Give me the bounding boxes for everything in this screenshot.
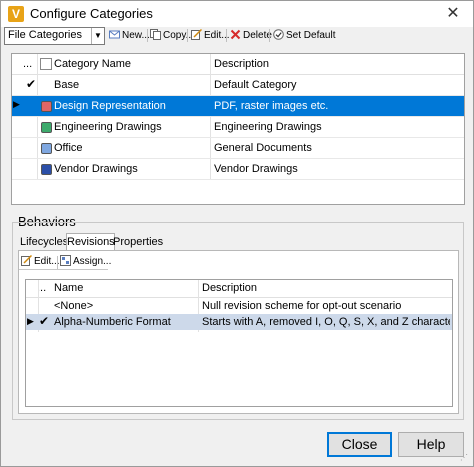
category-row[interactable]: Vendor Drawings Vendor Drawings: [12, 159, 464, 180]
window-title: Configure Categories: [30, 6, 153, 21]
close-window-button[interactable]: ✕: [439, 3, 467, 25]
current-row-indicator-icon: ▶: [27, 316, 34, 326]
revisions-header: ... Name Description: [26, 280, 452, 298]
revisions-grid: ... Name Description <None> Null revision…: [25, 279, 453, 407]
category-name: Base: [54, 79, 80, 91]
category-name: Vendor Drawings: [54, 163, 138, 175]
revision-name: Alpha-Numberic Format: [54, 316, 171, 328]
tab-properties[interactable]: Properties: [113, 234, 163, 250]
category-type-value: File Categories: [8, 29, 82, 41]
category-color-swatch: [41, 143, 52, 154]
chevron-down-icon[interactable]: ▼: [91, 28, 104, 44]
header-name[interactable]: Name: [54, 282, 83, 294]
category-name: Design Representation: [54, 100, 166, 112]
default-check-icon: ✔: [26, 77, 37, 91]
category-row[interactable]: ✔ Base Default Category: [12, 75, 464, 96]
category-description: PDF, raster images etc.: [214, 100, 329, 112]
resize-grip-icon[interactable]: ⋰: [460, 453, 470, 463]
revision-row[interactable]: ▶ ✔ Alpha-Numberic Format Starts with A, re…: [26, 314, 452, 330]
categories-grid: ... Category Name Description ✔ Base Defau…: [11, 53, 465, 205]
configure-categories-dialog: V Configure Categories ✕ File Categories…: [0, 0, 474, 467]
toolbar-divider: [269, 29, 270, 42]
toolbar-underline: [19, 269, 108, 270]
category-row[interactable]: Engineering Drawings Engineering Drawings: [12, 117, 464, 138]
current-row-indicator-icon: ▶: [13, 99, 20, 109]
tab-lifecycles[interactable]: Lifecycles: [20, 234, 68, 250]
toolbar-divider: [226, 29, 227, 42]
category-color-swatch: [41, 164, 52, 175]
title-bar: V Configure Categories ✕: [1, 1, 473, 27]
assigned-check-icon: ✔: [39, 314, 50, 328]
category-color-swatch: [41, 101, 52, 112]
category-color-swatch: [41, 122, 52, 133]
revision-description: Null revision scheme for opt-out scenari…: [202, 300, 402, 312]
header-dots[interactable]: ...: [23, 58, 32, 70]
category-description: Engineering Drawings: [214, 121, 322, 133]
delete-button[interactable]: Delete: [230, 28, 272, 43]
delete-x-icon: [230, 29, 241, 40]
category-description: General Documents: [214, 142, 312, 154]
set-default-button-label: Set Default: [286, 30, 336, 41]
assign-button[interactable]: Assign...: [60, 254, 111, 269]
copy-icon: [150, 29, 161, 40]
edit-button[interactable]: Edit...: [191, 28, 230, 43]
category-type-combo[interactable]: File Categories ▼: [4, 27, 105, 45]
category-row[interactable]: Office General Documents: [12, 138, 464, 159]
behavior-edit-button[interactable]: Edit...: [21, 254, 60, 269]
toolbar-divider: [187, 29, 188, 42]
revision-description: Starts with A, removed I, O, Q, S, X, an…: [202, 316, 450, 328]
set-default-button[interactable]: Set Default: [273, 28, 335, 43]
toolbar-divider: [147, 29, 148, 42]
revision-row[interactable]: <None> Null revision scheme for opt-out s…: [26, 298, 452, 314]
app-logo-icon: V: [8, 6, 24, 22]
row-divider: [12, 179, 464, 180]
new-button-label: New...: [122, 30, 150, 41]
close-button[interactable]: Close: [327, 432, 392, 457]
header-category-name[interactable]: Category Name: [54, 58, 131, 70]
categories-header: ... Category Name Description: [12, 54, 464, 75]
toolbar-divider: [57, 256, 58, 269]
category-row[interactable]: ▶ Design Representation PDF, raster images…: [12, 96, 464, 117]
edit-icon: [21, 255, 32, 266]
category-description: Default Category: [214, 79, 297, 91]
category-name: Engineering Drawings: [54, 121, 162, 133]
new-button[interactable]: New...: [109, 28, 150, 43]
delete-button-label: Delete: [243, 30, 272, 41]
check-circle-icon: [273, 29, 284, 40]
toolbar: File Categories ▼ New... Copy... Edit...…: [1, 27, 473, 45]
behavior-edit-label: Edit...: [34, 256, 60, 267]
header-description[interactable]: Description: [214, 58, 269, 70]
assign-icon: [60, 255, 71, 266]
select-all-checkbox[interactable]: [40, 58, 52, 73]
category-description: Vendor Drawings: [214, 163, 298, 175]
assign-button-label: Assign...: [73, 256, 112, 267]
help-button[interactable]: Help: [398, 432, 464, 457]
copy-button-label: Copy...: [163, 30, 194, 41]
category-name: Office: [54, 142, 83, 154]
revision-name: <None>: [54, 300, 94, 312]
new-envelope-icon: [109, 30, 120, 39]
header-description[interactable]: Description: [202, 282, 257, 294]
edit-icon: [191, 29, 202, 40]
